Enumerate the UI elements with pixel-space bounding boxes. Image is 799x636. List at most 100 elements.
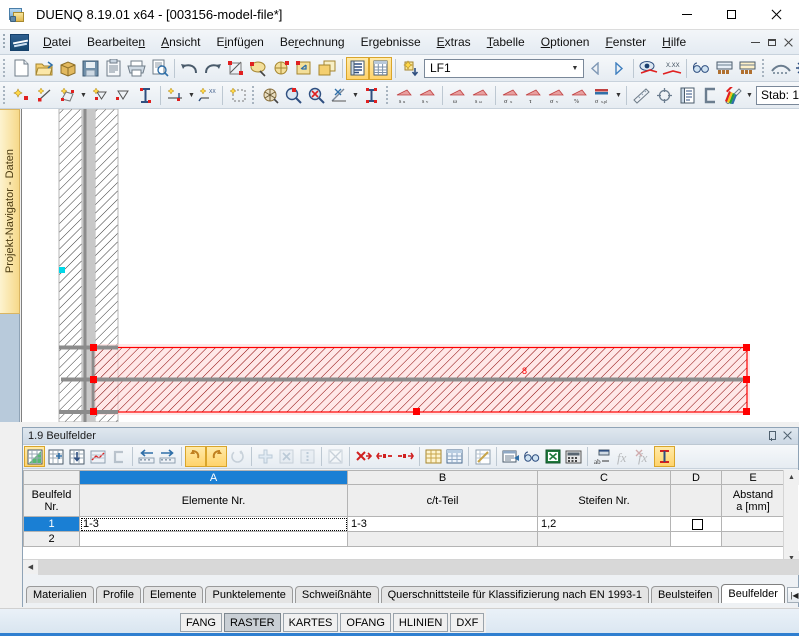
chevron-down-icon[interactable]: ▼ [79, 84, 88, 107]
undo-icon[interactable] [178, 57, 201, 80]
cell-row2-abstand[interactable] [721, 531, 785, 547]
toolbar-grip[interactable] [761, 58, 767, 78]
new-support-2-icon[interactable] [111, 84, 134, 107]
sheet-tab-elemente[interactable]: Elemente [143, 586, 204, 603]
function-icon[interactable]: fx [612, 446, 633, 467]
sigma-v-icon[interactable]: σv [545, 84, 568, 107]
delete-before-icon[interactable] [374, 446, 395, 467]
sigma-x-pl-icon[interactable]: σ x,pl [591, 84, 614, 107]
color-palette-icon[interactable] [722, 84, 745, 107]
new-node-icon[interactable] [10, 84, 33, 107]
move-selection-icon[interactable] [293, 57, 316, 80]
toolbar-grip[interactable] [2, 58, 8, 78]
zoom-out-icon[interactable] [305, 84, 328, 107]
column-letter-b[interactable]: B [347, 470, 538, 485]
function-delete-icon[interactable]: fx [633, 446, 654, 467]
delete-all-icon[interactable] [353, 446, 374, 467]
insert-row-icon[interactable] [45, 446, 66, 467]
mesh-icon[interactable] [259, 84, 282, 107]
status-button-dxf[interactable]: DXF [450, 613, 485, 632]
tau-icon[interactable]: τ [522, 84, 545, 107]
glasses-icon[interactable] [690, 57, 713, 80]
stab-indicator[interactable]: Stab: 1 [756, 85, 799, 105]
table-list-icon[interactable] [346, 56, 369, 80]
table-edit-icon[interactable] [24, 446, 45, 467]
column-letter-a[interactable]: A [79, 470, 348, 485]
undo-icon[interactable] [185, 446, 206, 467]
menu-einfuegen[interactable]: Einfügen [208, 32, 271, 53]
mdi-restore-icon[interactable] [768, 38, 776, 46]
clear-table-icon[interactable] [325, 446, 346, 467]
sheet-tab-profile[interactable]: Profile [95, 586, 141, 603]
menu-extras[interactable]: Extras [429, 32, 479, 53]
checkbox-unchecked-icon[interactable] [692, 518, 703, 530]
sigma-x-icon[interactable]: σx [499, 84, 522, 107]
close-button[interactable] [754, 0, 799, 30]
next-arrow-icon[interactable] [607, 57, 630, 80]
chevron-down-icon[interactable]: ▼ [351, 84, 360, 107]
table-blue-icon[interactable] [444, 446, 465, 467]
status-button-fang[interactable]: FANG [180, 613, 222, 632]
scroll-track[interactable] [38, 559, 799, 575]
cell-row1-abstand[interactable] [721, 516, 785, 532]
calculator-icon[interactable] [563, 446, 584, 467]
edit-polygon-icon[interactable] [224, 57, 247, 80]
toolbar-grip[interactable] [385, 85, 391, 105]
mdi-close-icon[interactable] [784, 38, 793, 47]
menu-berechnung[interactable]: Berechnung [272, 32, 353, 53]
load-case-combo[interactable]: LF1 ▼ [424, 58, 584, 78]
target-icon[interactable] [653, 84, 676, 107]
cell-row1-steifen[interactable]: 1,2 [537, 516, 671, 532]
menu-fenster[interactable]: Fenster [597, 32, 654, 53]
sheet-tab-schweissnaehte[interactable]: Schweißnähte [294, 586, 379, 603]
move-right-icon[interactable] [157, 446, 178, 467]
new-region-icon[interactable] [226, 84, 249, 107]
chart-icon[interactable] [87, 446, 108, 467]
rotate-selection-icon[interactable] [270, 57, 293, 80]
first-sheet-button[interactable]: |◀ [786, 587, 799, 603]
save-icon[interactable] [79, 57, 102, 80]
toolbar-grip[interactable] [2, 85, 8, 105]
c-section-icon[interactable] [108, 446, 129, 467]
load-case-add-icon[interactable] [399, 57, 422, 80]
cell-row2-elemente[interactable] [79, 531, 348, 547]
column-letter-e[interactable]: E [721, 470, 785, 485]
maximize-button[interactable] [709, 0, 754, 30]
new-load-icon[interactable] [164, 84, 187, 107]
print-preview-icon[interactable] [148, 57, 171, 80]
move-left-icon[interactable] [136, 446, 157, 467]
zoom-in-icon[interactable] [282, 84, 305, 107]
pencil-table-icon[interactable] [472, 446, 493, 467]
chevron-down-icon[interactable]: ▼ [614, 84, 623, 107]
select-lasso-icon[interactable] [247, 57, 270, 80]
sheet-tab-querschnittsteile[interactable]: Querschnittsteile für Klassifizierung na… [380, 586, 649, 603]
table-yellow-icon[interactable] [423, 446, 444, 467]
ruler-icon[interactable] [630, 84, 653, 107]
graphics-settings-icon[interactable] [328, 84, 351, 107]
delete-row-icon[interactable] [276, 446, 297, 467]
status-button-hlinien[interactable]: HLINIEN [392, 613, 449, 632]
excel-export-icon[interactable] [542, 446, 563, 467]
status-button-kartes[interactable]: KARTES [282, 613, 339, 632]
new-element-icon[interactable] [56, 84, 79, 107]
menu-datei[interactable]: Datei [35, 32, 79, 53]
mdi-minimize-icon[interactable] [751, 41, 760, 43]
toolbar-grip[interactable] [251, 85, 257, 105]
drawing-canvas[interactable]: 8 [21, 109, 799, 422]
percent-icon[interactable]: % [568, 84, 591, 107]
glasses-icon[interactable] [521, 446, 542, 467]
row-header-2[interactable]: 2 [23, 531, 80, 547]
print-report-icon[interactable] [500, 446, 521, 467]
menu-bearbeiten[interactable]: Bearbeiten [79, 32, 153, 53]
menu-hilfe[interactable]: Hilfe [654, 32, 694, 53]
cell-row2-checkbox[interactable] [670, 531, 722, 547]
sheet-tab-beulfelder[interactable]: Beulfelder [721, 584, 785, 603]
sheet-tab-materialien[interactable]: Materialien [26, 586, 94, 603]
minimize-button[interactable] [664, 0, 709, 30]
menu-tabelle[interactable]: Tabelle [479, 32, 533, 53]
row-options-icon[interactable] [297, 446, 318, 467]
close-icon[interactable] [783, 431, 792, 440]
add-row-icon[interactable] [255, 446, 276, 467]
sheet-tab-punktelemente[interactable]: Punktelemente [205, 586, 293, 603]
ab-format-icon[interactable]: ab [591, 446, 612, 467]
